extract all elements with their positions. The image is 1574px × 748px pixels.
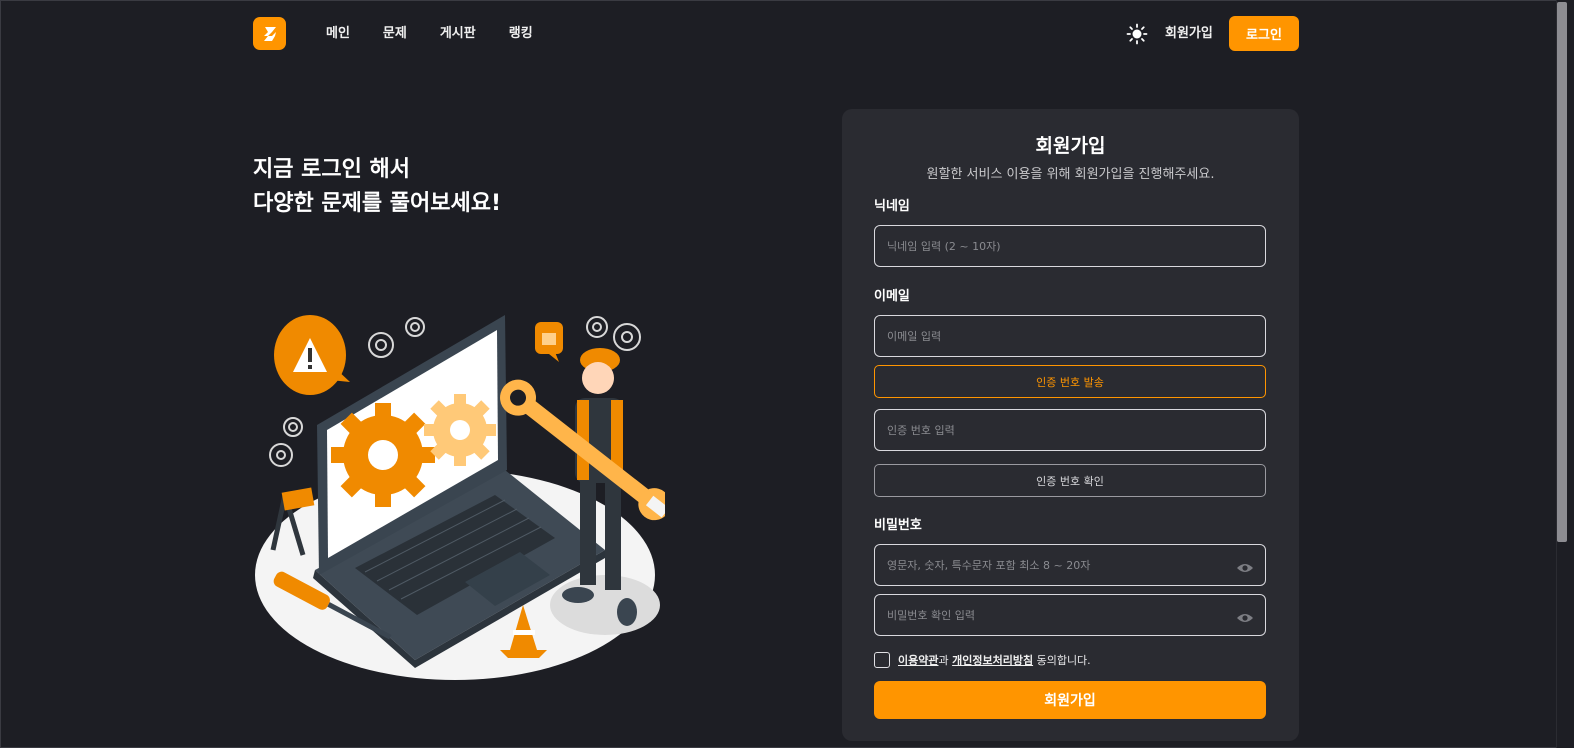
privacy-policy-link[interactable]: 개인정보처리방침: [952, 652, 1033, 668]
nav-item-problems[interactable]: 문제: [383, 24, 407, 44]
signup-submit-button[interactable]: 회원가입: [874, 681, 1266, 719]
header-login-button[interactable]: 로그인: [1229, 16, 1299, 51]
hero-heading: 지금 로그인 해서 다양한 문제를 풀어보세요!: [253, 153, 501, 221]
terms-link[interactable]: 이용약관: [898, 652, 938, 668]
main-nav: 메인 문제 게시판 랭킹: [326, 24, 566, 44]
nickname-label: 닉네임: [874, 199, 910, 214]
nickname-input[interactable]: [874, 225, 1266, 267]
email-label: 이메일: [874, 289, 910, 304]
email-input[interactable]: [874, 315, 1266, 357]
sun-icon[interactable]: [1126, 23, 1148, 45]
signup-card: 회원가입 원할한 서비스 이용을 위해 회원가입을 진행해주세요. 닉네임 이메…: [842, 109, 1299, 741]
header-signup-link[interactable]: 회원가입: [1165, 24, 1213, 44]
terms-agreement: 이용약관 과 개인정보처리방침 동의합니다.: [874, 652, 1091, 668]
terms-and-text: 과: [938, 654, 949, 667]
signup-title: 회원가입: [1035, 135, 1106, 157]
show-password-eye-icon[interactable]: [1236, 559, 1254, 572]
terms-checkbox[interactable]: [874, 652, 890, 668]
hero-illustration: [255, 300, 671, 685]
hero-line-1: 지금 로그인 해서: [253, 157, 410, 182]
scrollbar-thumb[interactable]: [1557, 2, 1567, 542]
nav-item-main[interactable]: 메인: [326, 24, 350, 44]
verification-code-input[interactable]: [874, 409, 1266, 451]
password-confirm-input[interactable]: [874, 594, 1266, 636]
nav-item-ranking[interactable]: 랭킹: [509, 24, 533, 44]
hero-line-2: 다양한 문제를 풀어보세요!: [253, 191, 501, 216]
nav-item-board[interactable]: 게시판: [440, 24, 476, 44]
signup-subtitle: 원할한 서비스 이용을 위해 회원가입을 진행해주세요.: [926, 167, 1215, 182]
show-password-confirm-eye-icon[interactable]: [1236, 609, 1254, 622]
agree-text: 동의합니다.: [1036, 654, 1091, 667]
password-input[interactable]: [874, 544, 1266, 586]
password-label: 비밀번호: [874, 518, 922, 533]
top-navbar: 메인 문제 게시판 랭킹 회원가입 로그인: [0, 0, 1556, 68]
verify-code-button[interactable]: 인증 번호 확인: [874, 464, 1266, 497]
logo-icon[interactable]: [253, 17, 286, 50]
send-code-button[interactable]: 인증 번호 발송: [874, 365, 1266, 398]
